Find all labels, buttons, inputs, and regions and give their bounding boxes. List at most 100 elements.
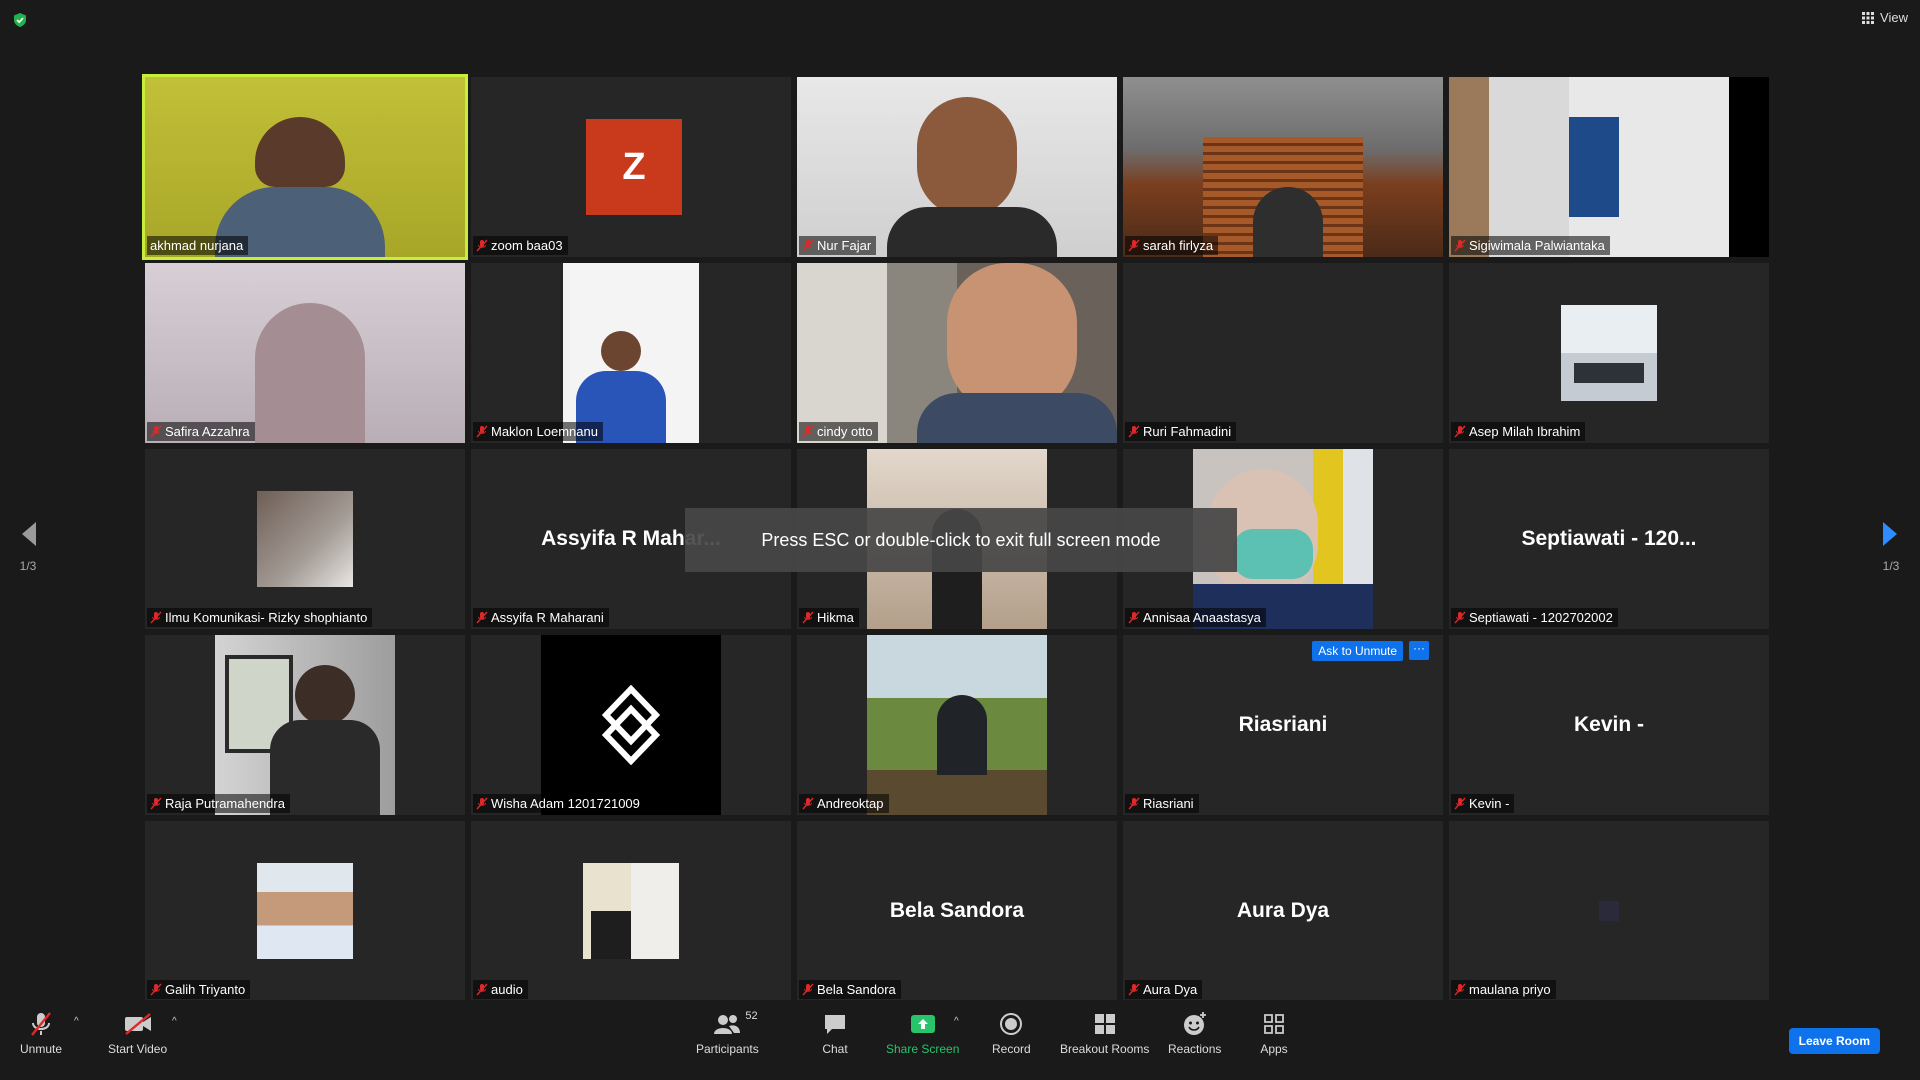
participant-tile[interactable]: Ilmu Komunikasi- Rizky shophianto [145, 449, 465, 629]
mic-muted-icon [1128, 797, 1140, 810]
participant-name: akhmad nurjana [150, 238, 244, 253]
arrow-right-icon [1883, 522, 1897, 546]
fullscreen-exit-notice: Press ESC or double-click to exit full s… [685, 508, 1237, 572]
ask-to-unmute-button[interactable]: Ask to Unmute [1312, 641, 1403, 661]
mic-muted-icon [150, 611, 162, 624]
mic-muted-icon [476, 239, 488, 252]
person-shirt [917, 393, 1117, 443]
participant-name: Safira Azzahra [165, 424, 250, 439]
person-silhouette [917, 97, 1017, 217]
record-button[interactable]: Record [992, 1010, 1031, 1056]
participants-button[interactable]: 52 Participants [696, 1010, 759, 1056]
more-options-button[interactable]: ··· [1409, 641, 1429, 660]
participant-name-tag: cindy otto [799, 422, 878, 441]
participant-tile[interactable]: Aura Dya Aura Dya [1123, 821, 1443, 1001]
share-options-chevron-icon[interactable]: ^ [954, 1016, 959, 1027]
participant-name-tag: Asep Milah Ibrahim [1451, 422, 1586, 441]
participant-tile[interactable]: Andreoktap [797, 635, 1117, 815]
participant-name: Andreoktap [817, 796, 884, 811]
participant-name-tag: Sigiwimala Palwiantaka [1451, 236, 1610, 255]
diamond-logo-icon [601, 685, 661, 765]
apps-button[interactable]: Apps [1259, 1010, 1289, 1056]
face-mask [1233, 529, 1313, 579]
participant-tile[interactable]: Galih Triyanto [145, 821, 465, 1001]
participant-tile[interactable]: audio [471, 821, 791, 1001]
video-off-icon [124, 1013, 151, 1035]
chat-label: Chat [822, 1042, 848, 1056]
profile-photo [1599, 901, 1619, 921]
participant-name-tag: Safira Azzahra [147, 422, 255, 441]
mic-muted-icon [476, 983, 488, 996]
unmute-label: Unmute [20, 1042, 63, 1056]
participant-name: Aura Dya [1143, 982, 1198, 997]
participant-tile[interactable]: Raja Putramahendra [145, 635, 465, 815]
mic-muted-icon [802, 425, 814, 438]
participant-name: Annisaa Anaastasya [1143, 610, 1261, 625]
participant-display-name: Septiawati - 120... [1521, 527, 1697, 550]
participant-tile[interactable]: maulana priyo [1449, 821, 1769, 1001]
participant-tile[interactable]: sarah firlyza [1123, 77, 1443, 257]
participant-tile[interactable]: Maklon Loemnanu [471, 263, 791, 443]
next-page-button[interactable]: 1/3 [1871, 520, 1911, 573]
participant-name: zoom baa03 [491, 238, 563, 253]
participant-name-tag: Ilmu Komunikasi- Rizky shophianto [147, 608, 373, 627]
view-button[interactable]: View [1862, 10, 1908, 25]
participant-tile[interactable]: Ask to Unmute ··· Riasriani Riasriani [1123, 635, 1443, 815]
participant-name: Galih Triyanto [165, 982, 246, 997]
person-silhouette [601, 331, 641, 371]
mic-muted-icon [31, 1012, 51, 1036]
reactions-label: Reactions [1168, 1042, 1222, 1056]
breakout-rooms-button[interactable]: Breakout Rooms [1060, 1010, 1149, 1056]
participant-tile[interactable]: akhmad nurjana [142, 74, 468, 260]
mic-muted-icon [802, 239, 814, 252]
participant-tile[interactable]: Asep Milah Ibrahim [1449, 263, 1769, 443]
chat-button[interactable]: Chat [820, 1010, 850, 1056]
participant-name: audio [491, 982, 523, 997]
participant-tile[interactable]: cindy otto [797, 263, 1117, 443]
participant-name: Hikma [817, 610, 854, 625]
participant-name-tag: Annisaa Anaastasya [1125, 608, 1266, 627]
previous-page-button[interactable]: 1/3 [8, 520, 48, 573]
video-options-chevron-icon[interactable]: ^ [172, 1016, 177, 1027]
breakout-rooms-icon [1094, 1014, 1115, 1034]
person-silhouette [295, 665, 355, 725]
mic-muted-icon [150, 983, 162, 996]
start-video-button[interactable]: Start Video [108, 1010, 167, 1056]
participant-name: Sigiwimala Palwiantaka [1469, 238, 1605, 253]
participant-name-tag: Aura Dya [1125, 980, 1203, 999]
participant-name-tag: Hikma [799, 608, 859, 627]
leave-room-button[interactable]: Leave Room [1788, 1028, 1880, 1054]
share-screen-label: Share Screen [886, 1042, 960, 1056]
profile-photo-figure [591, 911, 631, 959]
room-doorway [1569, 117, 1619, 217]
participant-tile[interactable]: Ruri Fahmadini [1123, 263, 1443, 443]
participant-tile[interactable]: Septiawati - 120... Septiawati - 1202702… [1449, 449, 1769, 629]
page-indicator: 1/3 [1882, 559, 1900, 573]
participant-tile[interactable]: Wisha Adam 1201721009 [471, 635, 791, 815]
meeting-toolbar: Unmute ^ Start Video ^ 52 Participants C… [0, 1000, 1920, 1080]
shield-icon[interactable] [12, 12, 28, 28]
participant-tile[interactable]: Nur Fajar [797, 77, 1117, 257]
unmute-button[interactable]: Unmute [20, 1010, 62, 1056]
participant-tile[interactable]: Z zoom baa03 [471, 77, 791, 257]
grid-view-icon [1862, 11, 1875, 24]
profile-photo [257, 491, 353, 587]
mic-muted-icon [1128, 239, 1140, 252]
participant-name: Septiawati - 1202702002 [1469, 610, 1613, 625]
participant-tile[interactable]: Sigiwimala Palwiantaka [1449, 77, 1769, 257]
participant-name: Asep Milah Ibrahim [1469, 424, 1581, 439]
participant-name: Raja Putramahendra [165, 796, 285, 811]
participant-name-tag: Wisha Adam 1201721009 [473, 794, 645, 813]
share-screen-button[interactable]: Share Screen [886, 1010, 959, 1056]
participant-tile[interactable]: Kevin - Kevin - [1449, 635, 1769, 815]
participant-name-tag: Kevin - [1451, 794, 1515, 813]
chat-icon [825, 1015, 845, 1034]
participant-name: maulana priyo [1469, 982, 1551, 997]
mic-muted-icon [1454, 239, 1466, 252]
profile-photo [257, 863, 353, 959]
participant-tile[interactable]: Safira Azzahra [145, 263, 465, 443]
participant-name-tag: maulana priyo [1451, 980, 1556, 999]
participant-tile[interactable]: Bela Sandora Bela Sandora [797, 821, 1117, 1001]
reactions-button[interactable]: Reactions [1168, 1010, 1221, 1056]
audio-options-chevron-icon[interactable]: ^ [74, 1016, 79, 1027]
